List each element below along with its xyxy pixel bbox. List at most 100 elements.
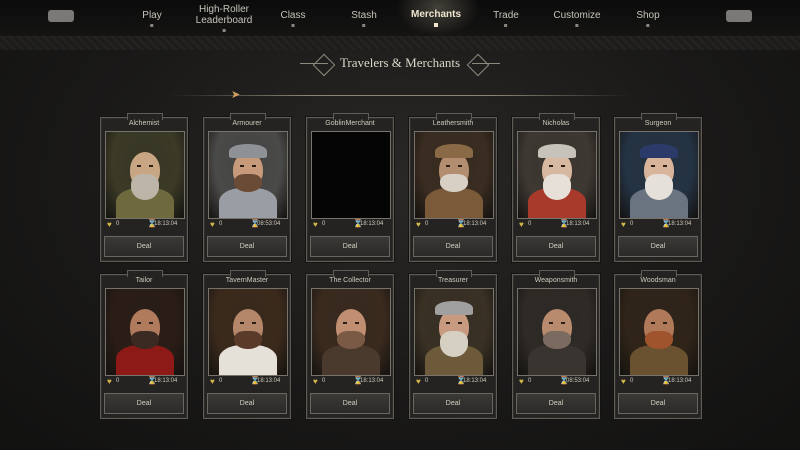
nav-left-button[interactable]: [48, 10, 74, 22]
merchant-portrait[interactable]: [208, 131, 288, 219]
portrait-eye: [549, 165, 553, 167]
merchant-portrait[interactable]: [105, 131, 185, 219]
merchant-card[interactable]: Treasurer ♥ 0 ⌛ 18:13:04 Deal: [409, 270, 497, 419]
portrait-beard: [440, 331, 468, 357]
nav-tab-play[interactable]: Play: [142, 0, 162, 36]
nav-tab-customize[interactable]: Customize: [553, 0, 601, 36]
nav-dot: [504, 23, 508, 27]
nav-tab-label: Merchants: [410, 9, 462, 20]
nav-tab-merchants[interactable]: Merchants: [411, 0, 461, 36]
merchant-portrait[interactable]: [619, 288, 699, 376]
heart-icon: ♥: [621, 377, 626, 386]
deal-button[interactable]: Deal: [310, 236, 390, 257]
affinity-count: 0: [425, 378, 429, 384]
deal-button[interactable]: Deal: [310, 393, 390, 414]
refresh-timer: 18:13:04: [257, 378, 281, 384]
merchant-name: GoblinMerchant: [325, 120, 375, 127]
portrait-body: [116, 345, 174, 375]
merchant-name: Woodsman: [640, 277, 676, 284]
portrait-eye: [252, 322, 256, 324]
merchant-portrait[interactable]: [311, 131, 391, 219]
merchant-card[interactable]: Surgeon ♥ 0 ⌛ 18:13:04 Deal: [614, 113, 702, 262]
merchant-name: Surgeon: [644, 120, 672, 127]
deal-button[interactable]: Deal: [104, 393, 184, 414]
merchant-name: The Collector: [329, 277, 371, 284]
card-top-tab: [333, 270, 369, 277]
merchant-name: Treasurer: [437, 277, 469, 284]
portrait-eye: [446, 322, 450, 324]
nav-tab-label: Shop: [636, 9, 660, 21]
deal-button[interactable]: Deal: [618, 393, 698, 414]
merchant-card[interactable]: Nicholas ♥ 0 ⌛ 18:13:04 Deal: [512, 113, 600, 262]
merchant-stats: ♥ 0 ⌛ 18:13:04: [414, 376, 492, 388]
portrait-beard: [645, 174, 673, 200]
deal-button[interactable]: Deal: [516, 236, 596, 257]
portrait-beard: [440, 174, 468, 192]
nav-dot: [646, 23, 650, 27]
nav-right-button[interactable]: [726, 10, 752, 22]
nav-tab-trade[interactable]: Trade: [493, 0, 519, 36]
merchant-card[interactable]: Woodsman ♥ 0 ⌛ 18:13:04 Deal: [614, 270, 702, 419]
merchant-stats: ♥ 0 ⌛ 18:13:04: [619, 376, 697, 388]
affinity-count: 0: [219, 221, 223, 227]
card-top-tab: [230, 113, 266, 120]
portrait-eye: [458, 165, 462, 167]
merchant-card[interactable]: TavernMaster ♥ 0 ⌛ 18:13:04 Deal: [203, 270, 291, 419]
card-top-tab: [127, 113, 163, 120]
deal-button[interactable]: Deal: [207, 236, 287, 257]
merchant-portrait[interactable]: [517, 131, 597, 219]
portrait-beard: [131, 331, 159, 349]
deal-button[interactable]: Deal: [618, 236, 698, 257]
portrait-hat: [229, 144, 267, 158]
portrait-eye: [651, 322, 655, 324]
nav-tab-stash[interactable]: Stash: [351, 0, 377, 36]
merchant-card[interactable]: Armourer ♥ 0 ⌛ 08:53:04 Deal: [203, 113, 291, 262]
nav-dot: [362, 23, 366, 27]
merchant-name: TavernMaster: [225, 277, 269, 284]
refresh-timer: 08:53:04: [257, 221, 281, 227]
nav-tab-high-roller-leaderboard[interactable]: High-Roller Leaderboard: [196, 0, 252, 36]
merchant-card[interactable]: Leathersmith ♥ 0 ⌛ 18:13:04 Deal: [409, 113, 497, 262]
refresh-timer: 18:13:04: [668, 221, 692, 227]
heart-icon: ♥: [107, 220, 112, 229]
merchant-portrait[interactable]: [517, 288, 597, 376]
nav-tab-class[interactable]: Class: [280, 0, 306, 36]
merchant-card[interactable]: GoblinMerchant ♥ 0 ⌛ 18:13:04 Deal: [306, 113, 394, 262]
merchant-portrait[interactable]: [311, 288, 391, 376]
affinity-count: 0: [322, 221, 326, 227]
portrait-eye: [561, 322, 565, 324]
merchant-card[interactable]: Tailor ♥ 0 ⌛ 18:13:04 Deal: [100, 270, 188, 419]
refresh-timer: 18:13:04: [360, 221, 384, 227]
affinity-count: 0: [219, 378, 223, 384]
portrait-beard: [543, 174, 571, 200]
heart-icon: ♥: [519, 377, 524, 386]
refresh-timer: 18:13:04: [566, 221, 590, 227]
portrait-beard: [645, 331, 673, 349]
merchant-portrait[interactable]: [105, 288, 185, 376]
deal-button[interactable]: Deal: [104, 236, 184, 257]
portrait-hat: [435, 301, 473, 315]
merchant-portrait[interactable]: [619, 131, 699, 219]
nav-trim-pattern: [0, 36, 800, 50]
affinity-count: 0: [116, 378, 120, 384]
merchant-stats: ♥ 0 ⌛ 08:53:04: [517, 376, 595, 388]
portrait-eye: [240, 322, 244, 324]
portrait-eye: [252, 165, 256, 167]
merchant-portrait[interactable]: [414, 131, 494, 219]
deal-button[interactable]: Deal: [413, 393, 493, 414]
top-nav-bar: Play High-Roller Leaderboard Class Stash…: [0, 0, 800, 37]
deal-button[interactable]: Deal: [207, 393, 287, 414]
merchant-card[interactable]: Alchemist ♥ 0 ⌛ 18:13:04 Deal: [100, 113, 188, 262]
affinity-count: 0: [425, 221, 429, 227]
merchant-portrait[interactable]: [208, 288, 288, 376]
nav-tab-shop[interactable]: Shop: [636, 0, 660, 36]
merchant-portrait[interactable]: [414, 288, 494, 376]
heart-icon: ♥: [416, 220, 421, 229]
deal-button[interactable]: Deal: [516, 393, 596, 414]
merchant-stats: ♥ 0 ⌛ 18:13:04: [105, 219, 183, 231]
refresh-timer: 18:13:04: [154, 221, 178, 227]
merchant-card[interactable]: The Collector ♥ 0 ⌛ 18:13:04 Deal: [306, 270, 394, 419]
merchant-card[interactable]: Weaponsmith ♥ 0 ⌛ 08:53:04 Deal: [512, 270, 600, 419]
nav-dot: [575, 23, 579, 27]
deal-button[interactable]: Deal: [413, 236, 493, 257]
